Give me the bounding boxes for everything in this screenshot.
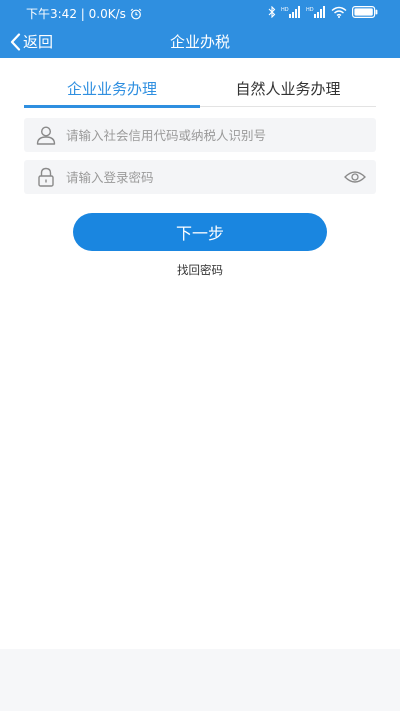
status-right: HD HD <box>263 6 378 18</box>
tab-enterprise-business[interactable]: 企业业务办理 <box>24 74 200 108</box>
lock-icon <box>35 166 57 188</box>
status-left: 下午3:42 | 0.0K/s <box>26 5 142 22</box>
page-title: 企业办税 <box>169 33 230 51</box>
tab-individual-business[interactable]: 自然人业务办理 <box>200 74 376 106</box>
title-bar: 返回 企业办税 <box>0 26 400 58</box>
eye-icon[interactable] <box>344 168 366 186</box>
next-step-button[interactable]: 下一步 <box>73 213 327 251</box>
password-field <box>24 160 376 194</box>
signal-1-icon: HD <box>281 6 301 18</box>
password-input[interactable] <box>66 160 336 194</box>
bluetooth-icon <box>268 6 276 18</box>
status-bar: 下午3:42 | 0.0K/s HD HD <box>0 0 400 26</box>
forgot-password-link[interactable]: 找回密码 <box>0 262 400 278</box>
status-time-speed: 下午3:42 | 0.0K/s <box>26 7 126 21</box>
alarm-icon <box>130 8 142 20</box>
business-tabs: 企业业务办理 自然人业务办理 <box>24 74 376 108</box>
account-field <box>24 118 376 152</box>
battery-icon <box>352 6 378 18</box>
user-icon <box>35 124 57 146</box>
bottom-area <box>0 649 400 711</box>
wifi-icon <box>331 6 347 18</box>
account-input[interactable] <box>66 118 336 152</box>
sim1-label: HD <box>281 7 289 13</box>
signal-2-icon: HD <box>306 6 326 18</box>
sim2-label: HD <box>306 7 314 13</box>
